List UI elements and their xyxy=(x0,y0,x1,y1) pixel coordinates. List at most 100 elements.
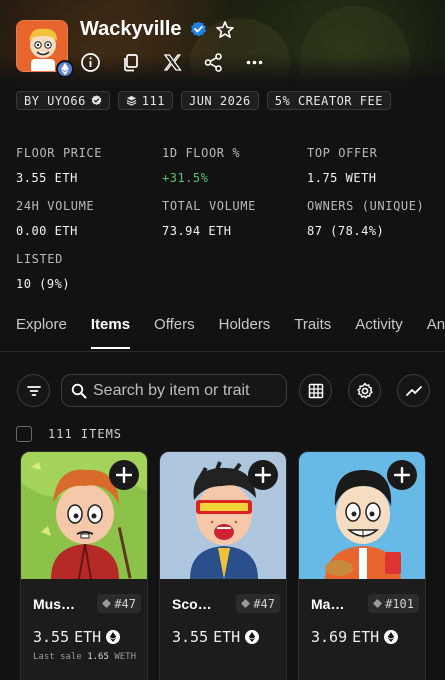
tab-offers[interactable]: Offers xyxy=(154,316,195,349)
x-twitter-icon[interactable] xyxy=(162,52,183,73)
stat-floor-price: FLOOR PRICE 3.55 ETH xyxy=(16,146,156,185)
collection-tabs: Explore Items Offers Holders Traits Acti… xyxy=(16,316,445,349)
collection-title: Wackyville xyxy=(80,18,182,40)
ethereum-chain-icon xyxy=(56,60,74,78)
item-count-label: 111 xyxy=(141,93,165,108)
stat-owners: OWNERS (UNIQUE) 87 (78.4%) xyxy=(307,199,445,238)
plus-icon xyxy=(255,467,271,483)
diamond-icon xyxy=(373,599,383,608)
stat-listed: LISTED 10 (9%) xyxy=(16,252,156,291)
price-currency: ETH xyxy=(213,628,241,646)
stat-label: 24H VOLUME xyxy=(16,199,95,213)
nft-number-badge: #101 xyxy=(368,594,419,613)
select-all-checkbox[interactable] xyxy=(16,426,32,442)
creator-label: BY UYO66 xyxy=(24,93,86,108)
tabs-divider xyxy=(0,351,445,352)
verified-badge-icon xyxy=(190,21,207,38)
tab-activity[interactable]: Activity xyxy=(355,316,403,349)
plus-icon xyxy=(394,467,410,483)
settings-button[interactable] xyxy=(348,374,381,407)
stat-label: OWNERS (UNIQUE) xyxy=(307,199,425,213)
stat-value: +31.5% xyxy=(162,171,209,185)
grid-view-button[interactable] xyxy=(299,374,332,407)
grid-icon xyxy=(308,383,323,398)
stat-value: 10 (9%) xyxy=(16,277,71,291)
stat-total-volume: TOTAL VOLUME 73.94 ETH xyxy=(162,199,302,238)
stat-24h-volume: 24H VOLUME 0.00 ETH xyxy=(16,199,156,238)
nft-card[interactable]: Mus… #47 3.55 ETH Last sale 1.65 WETH xyxy=(20,451,148,680)
eth-coin-icon xyxy=(106,630,121,644)
stat-label: LISTED xyxy=(16,252,63,266)
copy-icon[interactable] xyxy=(121,52,142,73)
add-to-cart-button[interactable] xyxy=(109,460,139,490)
nft-price: 3.69 ETH xyxy=(311,628,399,646)
more-options-icon[interactable] xyxy=(244,52,265,73)
date-chip: JUN 2026 xyxy=(180,91,259,110)
price-value: 3.55 xyxy=(172,628,209,646)
stat-value: 3.55 ETH xyxy=(16,171,78,185)
add-to-cart-button[interactable] xyxy=(387,460,417,490)
search-bar[interactable]: Search by item or trait xyxy=(61,374,287,407)
stat-value: 0.00 ETH xyxy=(16,224,78,238)
nft-card[interactable]: Sco… #47 3.55 ETH xyxy=(159,451,287,680)
stat-label: TOTAL VOLUME xyxy=(162,199,256,213)
nft-card[interactable]: Ma… #101 3.69 ETH xyxy=(298,451,426,680)
nft-number-badge: #47 xyxy=(236,594,280,613)
item-count-chip: 111 xyxy=(117,91,173,110)
creator-fee-label: 5% CREATOR FEE xyxy=(274,93,383,108)
nft-image xyxy=(21,452,147,579)
nft-image xyxy=(160,452,286,579)
eth-coin-icon xyxy=(245,630,260,644)
plus-icon xyxy=(116,467,132,483)
items-count: 111 ITEMS xyxy=(48,427,123,441)
stat-label: 1D FLOOR % xyxy=(162,146,241,160)
share-icon[interactable] xyxy=(203,52,224,73)
stat-1d-floor: 1D FLOOR % +31.5% xyxy=(162,146,302,185)
add-to-cart-button[interactable] xyxy=(248,460,278,490)
last-sale-value: 1.65 xyxy=(87,652,109,662)
nft-number: #47 xyxy=(253,596,275,611)
price-value: 3.55 xyxy=(33,628,70,646)
nft-number-badge: #47 xyxy=(97,594,141,613)
price-currency: ETH xyxy=(352,628,380,646)
price-currency: ETH xyxy=(74,628,102,646)
stat-label: TOP OFFER xyxy=(307,146,378,160)
nft-image xyxy=(299,452,425,579)
filter-icon xyxy=(26,385,41,396)
trend-chart-icon xyxy=(405,385,422,396)
stat-value: 73.94 ETH xyxy=(162,224,232,238)
creator-chip[interactable]: BY UYO66 xyxy=(16,91,110,110)
filter-button[interactable] xyxy=(17,374,50,407)
stat-top-offer: TOP OFFER 1.75 WETH xyxy=(307,146,445,185)
nft-name: Mus… xyxy=(33,595,75,612)
star-favorite-icon[interactable] xyxy=(215,20,235,40)
stat-value: 87 (78.4%) xyxy=(307,224,385,238)
stat-label: FLOOR PRICE xyxy=(16,146,103,160)
last-sale-currency: WETH xyxy=(114,652,136,662)
nft-name: Sco… xyxy=(172,595,212,612)
tab-items[interactable]: Items xyxy=(90,316,131,349)
search-icon xyxy=(71,383,87,398)
price-value: 3.69 xyxy=(311,628,348,646)
info-icon[interactable] xyxy=(80,52,101,73)
nft-price: 3.55 ETH xyxy=(172,628,260,646)
tab-traits[interactable]: Traits xyxy=(294,316,331,349)
last-sale-label: Last sale xyxy=(33,652,82,662)
nft-name: Ma… xyxy=(311,595,345,612)
eth-coin-icon xyxy=(384,630,399,644)
diamond-icon xyxy=(241,599,251,608)
nft-price: 3.55 ETH xyxy=(33,628,121,646)
tab-holders[interactable]: Holders xyxy=(219,316,271,349)
last-sale: Last sale 1.65 WETH xyxy=(33,652,136,662)
verified-small-icon xyxy=(91,95,102,106)
gear-icon xyxy=(356,382,373,398)
stat-value: 1.75 WETH xyxy=(307,171,377,185)
creator-fee-chip: 5% CREATOR FEE xyxy=(266,91,391,110)
analytics-button[interactable] xyxy=(397,374,430,407)
layers-icon xyxy=(126,95,137,106)
search-input[interactable]: Search by item or trait xyxy=(93,382,250,400)
nft-number: #47 xyxy=(114,596,136,611)
diamond-icon xyxy=(102,599,112,608)
tab-explore[interactable]: Explore xyxy=(16,316,67,349)
tab-analytics[interactable]: Ana xyxy=(427,316,445,349)
